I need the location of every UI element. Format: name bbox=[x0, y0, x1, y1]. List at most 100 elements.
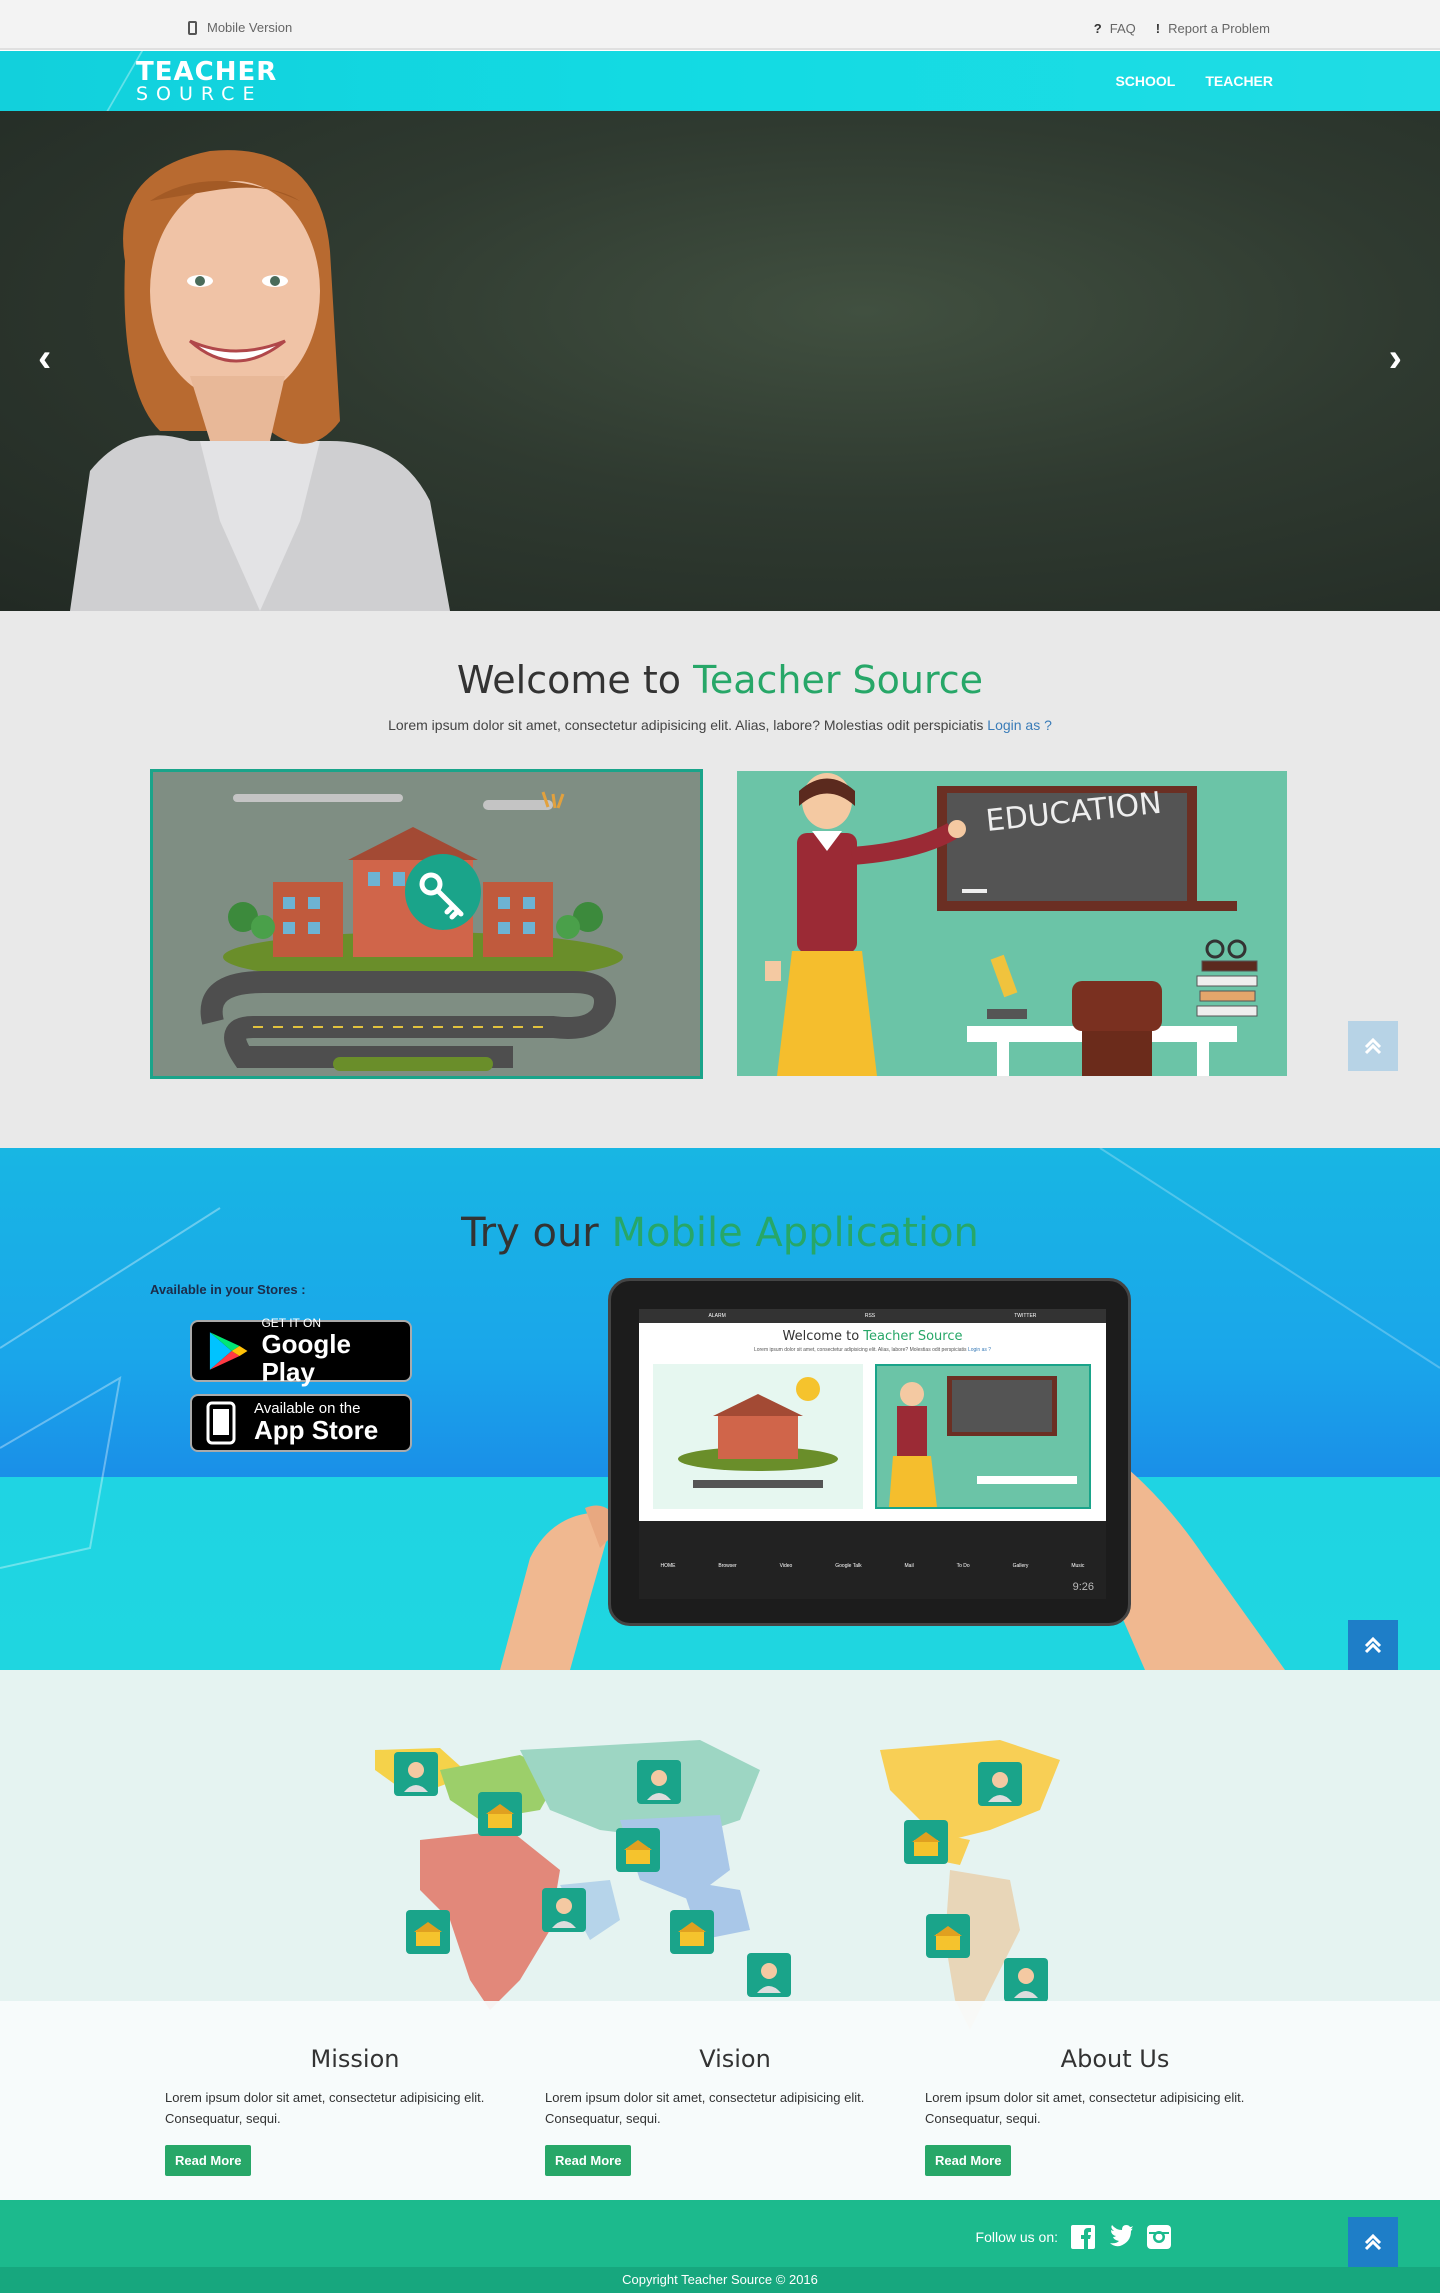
stores-label: Available in your Stores : bbox=[150, 1282, 306, 1297]
double-chevron-up-icon bbox=[1364, 2233, 1382, 2251]
tablet-dock-home: HOME bbox=[660, 1563, 676, 1569]
welcome-title-brand: Teacher Source bbox=[693, 658, 984, 702]
carousel-next-button[interactable]: › bbox=[1389, 336, 1402, 381]
tablet-title-brand: Teacher Source bbox=[863, 1329, 963, 1344]
teacher-avatar-icon bbox=[647, 1770, 671, 1800]
mobile-version-label: Mobile Version bbox=[207, 20, 293, 35]
logo-line-1: TEACHER bbox=[136, 57, 278, 87]
report-problem-link[interactable]: ! Report a Problem bbox=[1156, 21, 1270, 36]
tablet-dock-mail: Mail bbox=[904, 1563, 914, 1569]
school-map-pin[interactable] bbox=[904, 1820, 948, 1864]
school-map-pin[interactable] bbox=[926, 1914, 970, 1958]
teacher-map-pin[interactable] bbox=[637, 1760, 681, 1804]
tablet-dock-video: Video bbox=[779, 1563, 793, 1569]
teacher-map-pin[interactable] bbox=[747, 1953, 791, 1997]
mobile-phone-icon bbox=[188, 20, 197, 35]
teacher-map-pin[interactable] bbox=[542, 1888, 586, 1932]
scroll-to-top-button-2[interactable] bbox=[1348, 1620, 1398, 1670]
teacher-avatar-icon bbox=[988, 1772, 1012, 1802]
site-logo[interactable]: TEACHER SOURCE bbox=[136, 57, 278, 104]
tablet-title-part1: Welcome to bbox=[782, 1329, 864, 1344]
teacher-map-pin[interactable] bbox=[978, 1762, 1022, 1806]
mission-title: Mission bbox=[310, 2045, 400, 2073]
follow-us-label: Follow us on: bbox=[975, 2229, 1058, 2245]
instagram-icon[interactable] bbox=[1146, 2224, 1172, 2250]
tablet-dock-gallery: Gallery bbox=[1012, 1563, 1029, 1569]
carousel-prev-button[interactable]: ‹ bbox=[38, 336, 51, 381]
navbar-decoration bbox=[0, 51, 149, 111]
google-play-icon bbox=[209, 1332, 248, 1370]
tablet-subtitle-text: Lorem ipsum dolor sit amet, consectetur … bbox=[753, 1347, 967, 1353]
teacher-photo bbox=[70, 150, 450, 611]
tablet-subtitle: Lorem ipsum dolor sit amet, consectetur … bbox=[639, 1347, 1106, 1353]
teacher-avatar-icon bbox=[757, 1963, 781, 1993]
school-map-pin[interactable] bbox=[406, 1910, 450, 1954]
teacher-login-card[interactable]: EDUCATION bbox=[737, 771, 1287, 1076]
mobile-title-brand: Mobile Application bbox=[611, 1210, 979, 1256]
copyright-text: Copyright Teacher Source © 2016 bbox=[0, 2267, 1440, 2293]
app-store-line2: App Store bbox=[254, 1415, 379, 1445]
school-map-pin[interactable] bbox=[478, 1792, 522, 1836]
vision-read-more-button[interactable]: Read More bbox=[545, 2145, 632, 2176]
twitter-icon[interactable] bbox=[1108, 2224, 1134, 2250]
login-as-link[interactable]: Login as ? bbox=[987, 717, 1052, 733]
tablet-tab-rss: RSS bbox=[864, 1313, 876, 1319]
tablet-device: ALARM RSS TWITTER Welcome to Teacher Sou… bbox=[608, 1278, 1131, 1626]
mobile-version-link[interactable]: Mobile Version bbox=[188, 20, 292, 35]
school-map-pin[interactable] bbox=[616, 1828, 660, 1872]
school-login-card[interactable] bbox=[150, 769, 703, 1079]
teacher-map-pin[interactable] bbox=[394, 1752, 438, 1796]
vision-column: Vision Lorem ipsum dolor sit amet, conse… bbox=[545, 2045, 925, 2176]
welcome-title-part1: Welcome to bbox=[456, 658, 694, 702]
school-building-icon bbox=[486, 1804, 514, 1828]
tablet-screen: ALARM RSS TWITTER Welcome to Teacher Sou… bbox=[639, 1309, 1106, 1599]
mobile-title-part1: Try our bbox=[461, 1210, 612, 1256]
mission-text: Lorem ipsum dolor sit amet, consectetur … bbox=[165, 2090, 485, 2126]
scroll-to-top-button[interactable] bbox=[1348, 1021, 1398, 1071]
utility-bar: Mobile Version ? FAQ ! Report a Problem bbox=[0, 0, 1440, 50]
nav-school[interactable]: SCHOOL bbox=[1115, 73, 1175, 89]
mobile-app-title: Try our Mobile Application bbox=[0, 1210, 1440, 1256]
world-map-section: Mission Lorem ipsum dolor sit amet, cons… bbox=[0, 1670, 1440, 2200]
school-map-pin[interactable] bbox=[670, 1910, 714, 1954]
app-store-line1: Available on the bbox=[254, 1400, 361, 1417]
chevron-right-icon: › bbox=[1388, 336, 1402, 380]
school-building-icon bbox=[934, 1926, 962, 1950]
tablet-school-card bbox=[653, 1364, 863, 1509]
report-label: Report a Problem bbox=[1168, 21, 1270, 36]
mission-read-more-button[interactable]: Read More bbox=[165, 2145, 252, 2176]
school-illustration bbox=[200, 791, 623, 1071]
tablet-dock-google-talk: Google Talk bbox=[835, 1563, 862, 1569]
nav-teacher[interactable]: TEACHER bbox=[1205, 73, 1273, 89]
left-hand bbox=[490, 1398, 620, 1670]
school-building-icon bbox=[678, 1922, 706, 1946]
about-title: About Us bbox=[1060, 2045, 1170, 2073]
faq-link[interactable]: ? FAQ bbox=[1094, 21, 1136, 36]
teacher-avatar-icon bbox=[1014, 1968, 1038, 1998]
phone-icon bbox=[206, 1401, 236, 1445]
google-play-button[interactable]: GET IT ON Google Play bbox=[190, 1316, 412, 1386]
about-read-more-button[interactable]: Read More bbox=[925, 2145, 1012, 2176]
teacher-avatar-icon bbox=[552, 1898, 576, 1928]
scroll-to-top-button-3[interactable] bbox=[1348, 2217, 1398, 2267]
welcome-subtitle-text: Lorem ipsum dolor sit amet, consectetur … bbox=[388, 717, 984, 733]
welcome-title: Welcome to Teacher Source bbox=[0, 658, 1440, 702]
tablet-dock: HOME Browser Video Google Talk Mail To D… bbox=[639, 1521, 1106, 1599]
welcome-subtitle: Lorem ipsum dolor sit amet, consectetur … bbox=[0, 717, 1440, 733]
hero-carousel: ‹ › bbox=[0, 111, 1440, 611]
tablet-tab-twitter: TWITTER bbox=[1014, 1313, 1037, 1319]
school-building-icon bbox=[414, 1922, 442, 1946]
chevron-left-icon: ‹ bbox=[38, 336, 52, 380]
app-store-button[interactable]: Available on the App Store bbox=[190, 1394, 412, 1452]
tablet-clock: 9:26 bbox=[1072, 1581, 1094, 1593]
teacher-map-pin[interactable] bbox=[1004, 1958, 1048, 2002]
tablet-title: Welcome to Teacher Source bbox=[639, 1329, 1106, 1344]
google-play-line1: GET IT ON bbox=[261, 1316, 322, 1330]
about-text: Lorem ipsum dolor sit amet, consectetur … bbox=[925, 2090, 1245, 2126]
google-play-line2: Google Play bbox=[261, 1329, 351, 1387]
vision-text: Lorem ipsum dolor sit amet, consectetur … bbox=[545, 2090, 865, 2126]
welcome-section: Welcome to Teacher Source Lorem ipsum do… bbox=[0, 611, 1440, 1148]
faq-label: FAQ bbox=[1109, 21, 1136, 36]
school-building-icon bbox=[624, 1840, 652, 1864]
facebook-icon[interactable] bbox=[1070, 2224, 1096, 2250]
